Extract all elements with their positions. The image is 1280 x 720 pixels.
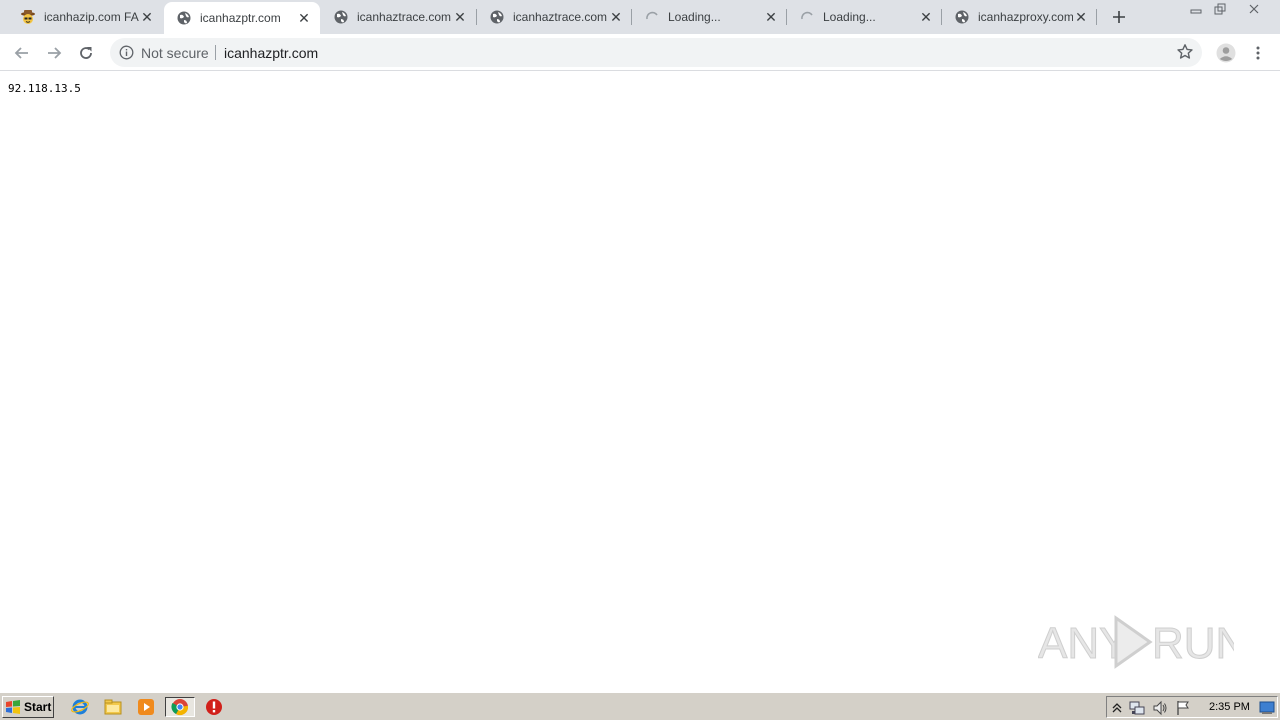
restore-icon: [1214, 3, 1226, 15]
svg-text:RUN: RUN: [1152, 619, 1234, 668]
restore-button[interactable]: [1208, 0, 1232, 18]
spinner-icon: [799, 9, 815, 25]
forward-arrow-icon: [48, 47, 62, 59]
reload-icon: [80, 47, 92, 59]
close-icon[interactable]: ✕: [452, 9, 468, 25]
chevron-up-icon: [1112, 703, 1122, 713]
tab-loading-2[interactable]: Loading... ✕: [787, 0, 942, 34]
show-desktop-icon: [1259, 701, 1275, 714]
page-content: 92.118.13.5 ANY RUN: [0, 72, 1280, 692]
menu-button[interactable]: [1246, 41, 1270, 65]
back-arrow-icon: [14, 47, 28, 59]
speaker-icon: [1153, 700, 1167, 716]
show-desktop-button[interactable]: [1259, 700, 1275, 716]
volume-tray-button[interactable]: [1152, 700, 1168, 716]
windows-flag-icon: [6, 700, 20, 714]
url-text[interactable]: icanhazptr.com: [224, 45, 318, 61]
security-app-button[interactable]: [203, 697, 225, 717]
security-label[interactable]: Not secure: [141, 45, 209, 61]
close-window-icon: [1249, 4, 1259, 14]
forward-button[interactable]: [42, 41, 66, 65]
show-hidden-icons-button[interactable]: [1109, 700, 1125, 716]
info-icon[interactable]: [119, 45, 134, 60]
close-icon[interactable]: ✕: [608, 9, 624, 25]
ip-address-text: 92.118.13.5: [8, 82, 81, 95]
tab-separator: [1096, 9, 1097, 25]
profile-button[interactable]: [1214, 41, 1238, 65]
hat-face-icon: [20, 9, 36, 25]
globe-icon: [333, 9, 349, 25]
system-tray: 2:35 PM: [1106, 696, 1278, 718]
media-player-button[interactable]: [135, 697, 157, 717]
minimize-button[interactable]: [1184, 0, 1208, 18]
globe-icon: [489, 9, 505, 25]
globe-icon: [954, 9, 970, 25]
tab-title: Loading...: [823, 10, 876, 24]
tab-icanhaztrace-2[interactable]: icanhaztrace.com ✕: [477, 0, 632, 34]
back-button[interactable]: [10, 41, 34, 65]
avatar-icon: [1216, 43, 1236, 63]
anyrun-watermark-logo: ANY RUN: [1038, 615, 1234, 669]
tab-icanhazip-faq[interactable]: icanhazip.com FAQ ✕: [8, 0, 163, 34]
spinner-icon: [644, 9, 660, 25]
close-icon[interactable]: ✕: [1073, 9, 1089, 25]
close-icon[interactable]: ✕: [139, 9, 155, 25]
tab-title: icanhaztrace.com: [513, 10, 608, 24]
chrome-icon: [171, 699, 189, 716]
media-player-icon: [138, 699, 154, 715]
minimize-icon: [1190, 9, 1202, 14]
globe-icon: [176, 10, 192, 26]
browser-toolbar: Not secure icanhazptr.com: [0, 34, 1280, 71]
tab-title: icanhazip.com FAQ: [44, 10, 139, 24]
taskbar: Start 2:35 PM: [0, 692, 1280, 720]
tab-title: Loading...: [668, 10, 721, 24]
address-bar[interactable]: Not secure icanhazptr.com: [110, 38, 1202, 67]
tab-icanhaztrace-1[interactable]: icanhaztrace.com ✕: [321, 0, 476, 34]
tab-loading-1[interactable]: Loading... ✕: [632, 0, 787, 34]
screen: icanhazip.com FAQ ✕ icanhazptr.com ✕ ica…: [0, 0, 1280, 720]
tab-title: icanhazptr.com: [200, 11, 281, 25]
tab-icanhazptr[interactable]: icanhazptr.com ✕: [164, 2, 320, 34]
folder-icon: [104, 699, 122, 715]
new-tab-button[interactable]: [1108, 6, 1130, 28]
reload-button[interactable]: [74, 41, 98, 65]
chrome-taskbar-button[interactable]: [165, 697, 195, 717]
internet-explorer-button[interactable]: [69, 697, 91, 717]
close-window-button[interactable]: [1232, 0, 1276, 18]
action-center-button[interactable]: [1175, 700, 1191, 716]
network-tray-button[interactable]: [1129, 700, 1145, 716]
star-icon[interactable]: [1176, 43, 1194, 61]
internet-explorer-icon: [71, 699, 89, 715]
close-icon[interactable]: ✕: [763, 9, 779, 25]
start-button[interactable]: Start: [2, 696, 54, 718]
close-icon[interactable]: ✕: [296, 10, 312, 26]
tab-icanhazproxy[interactable]: icanhazproxy.com ✕: [942, 0, 1097, 34]
clock[interactable]: 2:35 PM: [1209, 701, 1250, 713]
network-icon: [1129, 701, 1145, 715]
close-icon[interactable]: ✕: [918, 9, 934, 25]
omnibox-divider: [215, 45, 216, 60]
tab-title: icanhaztrace.com: [357, 10, 452, 24]
start-label: Start: [24, 700, 52, 714]
file-explorer-button[interactable]: [102, 697, 124, 717]
plus-icon: [1113, 11, 1125, 23]
kebab-menu-icon: [1256, 46, 1260, 60]
tab-title: icanhazproxy.com: [978, 10, 1073, 24]
tab-strip: icanhazip.com FAQ ✕ icanhazptr.com ✕ ica…: [0, 0, 1280, 34]
stop-shield-icon: [206, 699, 222, 715]
flag-icon: [1177, 701, 1189, 715]
